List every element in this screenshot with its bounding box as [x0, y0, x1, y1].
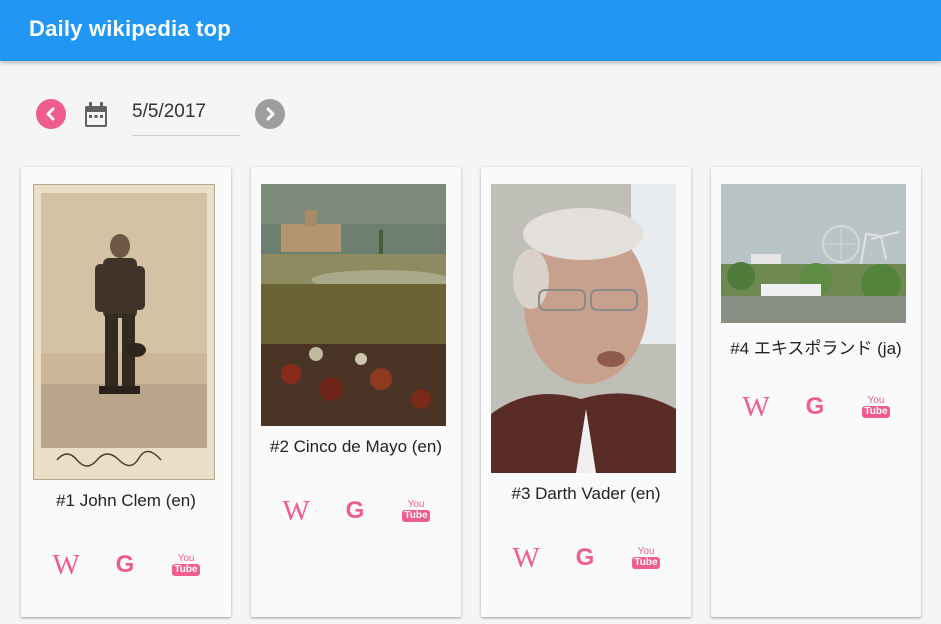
- chevron-left-icon: [46, 107, 55, 121]
- article-image[interactable]: [721, 184, 906, 323]
- youtube-label-top: You: [177, 553, 195, 564]
- youtube-icon[interactable]: You Tube: [168, 547, 204, 583]
- wikipedia-icon[interactable]: W: [508, 540, 544, 576]
- article-image[interactable]: [33, 184, 215, 480]
- youtube-label-top: You: [407, 499, 425, 510]
- youtube-label-bottom: Tube: [172, 564, 200, 576]
- wikipedia-icon[interactable]: W: [48, 547, 84, 583]
- date-toolbar: 5/5/2017: [0, 61, 941, 161]
- article-title[interactable]: #2 Cinco de Mayo (en): [251, 437, 461, 457]
- youtube-icon[interactable]: You Tube: [628, 540, 664, 576]
- article-card: #3 Darth Vader (en) W G You Tube: [481, 167, 691, 617]
- youtube-label-bottom: Tube: [862, 406, 890, 418]
- app-bar: Daily wikipedia top: [0, 0, 941, 61]
- previous-day-button[interactable]: [36, 99, 66, 129]
- article-title[interactable]: #4 エキスポランド (ja): [711, 334, 921, 359]
- article-links: W G You Tube: [711, 389, 921, 425]
- youtube-label-bottom: Tube: [632, 557, 660, 569]
- youtube-label-bottom: Tube: [402, 510, 430, 522]
- article-card: #2 Cinco de Mayo (en) W G You Tube: [251, 167, 461, 617]
- youtube-icon[interactable]: You Tube: [858, 389, 894, 425]
- article-image[interactable]: [491, 184, 676, 473]
- app-title: Daily wikipedia top: [29, 16, 231, 41]
- youtube-label-top: You: [867, 395, 885, 406]
- chevron-right-icon: [266, 107, 275, 121]
- article-title[interactable]: #3 Darth Vader (en): [481, 484, 691, 504]
- google-icon[interactable]: G: [797, 389, 833, 425]
- date-value: 5/5/2017: [132, 101, 206, 122]
- article-links: W G You Tube: [251, 493, 461, 529]
- google-icon[interactable]: G: [337, 493, 373, 529]
- article-image[interactable]: [261, 184, 446, 426]
- article-card: #4 エキスポランド (ja) W G You Tube: [711, 167, 921, 617]
- google-icon[interactable]: G: [567, 540, 603, 576]
- wikipedia-icon[interactable]: W: [278, 493, 314, 529]
- next-day-button[interactable]: [255, 99, 285, 129]
- google-icon[interactable]: G: [107, 547, 143, 583]
- youtube-icon[interactable]: You Tube: [398, 493, 434, 529]
- article-card: #1 John Clem (en) W G You Tube: [21, 167, 231, 617]
- youtube-label-top: You: [637, 546, 655, 557]
- calendar-icon[interactable]: [84, 102, 108, 128]
- wikipedia-icon[interactable]: W: [738, 389, 774, 425]
- date-field[interactable]: 5/5/2017: [132, 92, 240, 136]
- article-links: W G You Tube: [21, 547, 231, 583]
- article-title[interactable]: #1 John Clem (en): [21, 491, 231, 511]
- article-links: W G You Tube: [481, 540, 691, 576]
